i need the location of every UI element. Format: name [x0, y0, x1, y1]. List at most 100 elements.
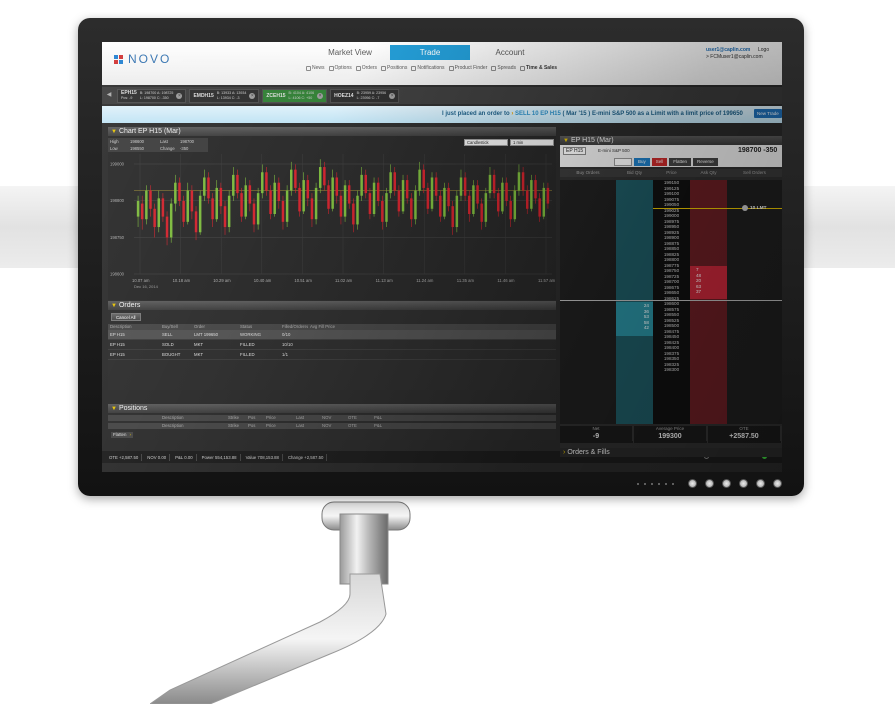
nav-notifications[interactable]: Notifications: [411, 65, 445, 71]
close-icon[interactable]: ×: [317, 92, 324, 99]
power-button[interactable]: [773, 479, 782, 488]
candle-body: [232, 174, 235, 196]
ladder-summary: Net -9 Average Price 199300 OTE +2587.50: [560, 426, 782, 443]
limit-order-tag[interactable]: 10 LMT: [742, 205, 767, 211]
close-icon[interactable]: [742, 205, 748, 211]
search-icon: [448, 65, 454, 71]
tab-market-view[interactable]: Market View: [310, 45, 390, 60]
chart-type-select[interactable]: Candlestick: [464, 139, 508, 146]
chevron-right-icon: ›: [563, 449, 566, 456]
status-power: Power 554,153.88: [199, 453, 241, 461]
ticker-tile[interactable]: EMDH15 B: 13933 A: 13934 L: 13934 C: -3 ×: [189, 88, 260, 103]
interval-select[interactable]: 1 min: [510, 139, 554, 146]
close-icon[interactable]: ×: [389, 92, 396, 99]
bezel-button[interactable]: [739, 479, 748, 488]
orders-header[interactable]: ▼ Orders: [108, 301, 556, 310]
close-icon[interactable]: ×: [176, 92, 183, 99]
candle-body: [525, 190, 529, 209]
table-header: Description Strike Pos Price Last NOV OT…: [108, 423, 556, 429]
y-tick-label: 198800: [110, 198, 125, 203]
candle-body: [505, 182, 508, 201]
bezel-button[interactable]: [756, 479, 765, 488]
status-pnl: P&L 0.00: [172, 453, 197, 461]
candle-body: [397, 190, 401, 212]
buy-button[interactable]: Buy: [634, 158, 650, 166]
bezel-button[interactable]: [688, 479, 697, 488]
status-nov: NOV 0.00: [144, 453, 171, 461]
candle-body: [298, 187, 301, 212]
candle-body: [410, 198, 413, 220]
nav-time-sales[interactable]: Time & Sales: [519, 65, 557, 71]
new-trade-button[interactable]: New Trade: [754, 109, 782, 118]
ladder-description: E-mini S&P 500: [598, 148, 630, 153]
tab-trade[interactable]: Trade: [390, 45, 470, 60]
chart-header[interactable]: ▼ Chart EP H15 (Mar): [108, 127, 556, 136]
candle-body: [302, 180, 305, 212]
orders-fills-header[interactable]: › Orders & Fills: [560, 449, 782, 457]
x-date-label: Dec 16, 2014: [134, 284, 159, 289]
nav-options[interactable]: Options: [328, 65, 352, 71]
candle-body: [405, 180, 409, 199]
candle-body: [161, 198, 165, 217]
ladder-last-price: 198700 -350: [738, 147, 778, 154]
ticker-tile[interactable]: HOEZ14 B: 23959 A: 23956 L: 23956 C: -7 ×: [330, 88, 400, 103]
orders-table: Description Buy/Sell Order Status Filled…: [108, 324, 556, 360]
nav-spreads[interactable]: Spreads: [491, 65, 516, 71]
positions-header[interactable]: ▼ Positions: [108, 404, 556, 413]
ticker-tile[interactable]: ZCEH15 B: 4104 A: 4106 L: 4106 C: +50 ×: [262, 88, 328, 103]
bezel-button[interactable]: [705, 479, 714, 488]
sell-button[interactable]: Sell: [651, 158, 668, 166]
candle-body: [501, 182, 504, 212]
user-account[interactable]: > FCMuser1@caplin.com: [706, 54, 763, 61]
logout-link[interactable]: Logo: [758, 47, 769, 53]
quantity-input[interactable]: [614, 158, 632, 166]
positions-panel: Description Strike Pos Price Last NOV OT…: [108, 414, 556, 440]
candle-body: [310, 198, 314, 220]
sub-nav: News Options Orders Positions Notificati…: [306, 65, 557, 71]
candle-body: [422, 169, 425, 188]
flatten-button[interactable]: Flatten: [669, 158, 692, 166]
price-ladder: ▼ EP H15 (Mar) EP H15 E-mini S&P 500 1987…: [560, 136, 782, 448]
table-row[interactable]: EP H15 SOLD MKT FILLED 10/10: [108, 340, 556, 350]
candle-body: [194, 211, 198, 233]
candle-body: [265, 172, 268, 191]
notification-banner: I just placed an order to › SELL 10 EP H…: [102, 106, 782, 123]
ladder-price[interactable]: 198300: [653, 367, 690, 373]
tab-account[interactable]: Account: [470, 45, 550, 60]
nav-positions[interactable]: Positions: [381, 65, 407, 71]
ladder-header[interactable]: ▼ EP H15 (Mar): [560, 136, 782, 145]
candle-body: [219, 187, 223, 207]
candle-body: [509, 200, 512, 220]
positions-table: Description Strike Pos Price Last NOV OT…: [108, 415, 556, 429]
candle-body: [360, 174, 363, 196]
candle-body: [157, 198, 161, 228]
monitor-arm: [150, 501, 411, 704]
ticker-tile[interactable]: EPH15 Pos: -9 B: 198700 A: 198725 L: 19870…: [117, 88, 187, 103]
x-tick-label: 11.24 am: [416, 278, 434, 283]
options-icon: [328, 65, 334, 71]
ticker-prev-icon[interactable]: ◀: [104, 89, 114, 102]
candle-body: [347, 185, 351, 204]
app-logo[interactable]: NOVO: [114, 52, 171, 66]
table-row[interactable]: EP H15 BOUGHT MKT FILLED 1/1: [108, 350, 556, 360]
candle-body: [153, 208, 156, 228]
reverse-button[interactable]: Reverse: [693, 158, 718, 166]
table-header: Description Strike Pos Price Last NOV OT…: [108, 415, 556, 421]
nav-orders[interactable]: Orders: [355, 65, 377, 71]
ask-column[interactable]: [690, 180, 727, 424]
candle-body: [484, 193, 488, 222]
table-row[interactable]: EP H15 SELL LMT 199650 WORKING 0/10: [108, 330, 556, 340]
close-icon[interactable]: ×: [249, 92, 256, 99]
bezel-button[interactable]: [722, 479, 731, 488]
candle-body: [211, 198, 214, 220]
user-name[interactable]: user1@caplin.com: [706, 47, 763, 54]
nav-news[interactable]: News: [306, 65, 325, 71]
ladder-body[interactable]: 199150 199125 199100 199075 199050 199025 1990…: [560, 180, 782, 424]
ladder-symbol[interactable]: EP H15: [563, 147, 587, 155]
chevron-down-icon: ▼: [111, 406, 117, 412]
nav-product-finder[interactable]: Product Finder: [448, 65, 487, 71]
flatten-button[interactable]: Flatten ›: [111, 432, 133, 438]
y-tick-label: 198750: [110, 235, 125, 240]
cancel-all-button[interactable]: Cancel All: [111, 313, 141, 321]
candlestick-chart[interactable]: 199000 198800 198750 198600 10.07 am 10.18 am…: [108, 150, 556, 300]
